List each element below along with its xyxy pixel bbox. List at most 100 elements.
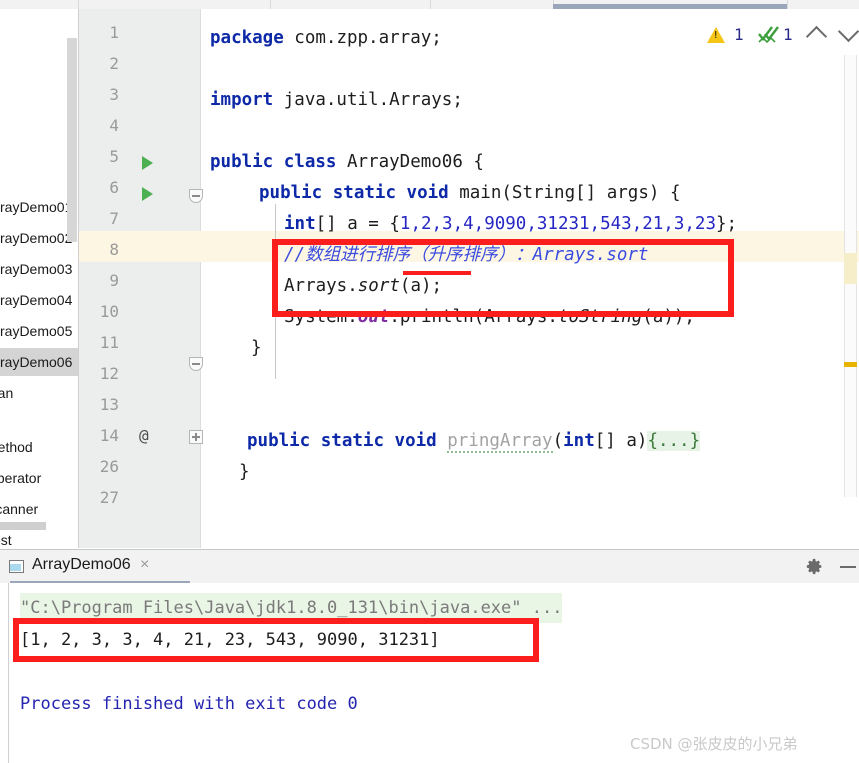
tab-separator [78, 0, 79, 9]
chevron-down-icon[interactable] [837, 20, 859, 43]
code-line-3[interactable]: import java.util.Arrays; [210, 85, 463, 116]
line-number: 5 [109, 147, 119, 166]
sidebar-item-label: ArrayDemo06 [0, 354, 73, 370]
code-line-9[interactable]: Arrays.sort(a); [284, 271, 442, 302]
sidebar-item-label: ArrayDemo01 [0, 199, 73, 215]
out-field: out [357, 307, 390, 327]
console-tab-label[interactable]: ArrayDemo06 [32, 556, 131, 574]
line-number: 13 [99, 395, 119, 414]
keyword-static: static [320, 431, 384, 451]
fold-expand-icon[interactable] [189, 430, 203, 444]
line-number: 10 [99, 302, 119, 321]
warning-scrollbar-marker[interactable] [844, 362, 857, 367]
sidebar-item-arraydemo05[interactable]: ArrayDemo05 [0, 317, 78, 345]
code-line-6[interactable]: public static void main(String[] args) { [259, 178, 680, 209]
sidebar-item-label: Method [0, 439, 33, 455]
sidebar-item-arraydemo04[interactable]: ArrayDemo04 [0, 286, 78, 314]
sidebar-item-operator[interactable]: Operator [0, 464, 78, 492]
run-method-arrow-icon[interactable] [142, 187, 153, 201]
main-signature: main(String[] args) { [448, 183, 681, 203]
line-number: 9 [109, 271, 119, 290]
code-line-14[interactable]: public static void pringArray(int[] a){.… [247, 426, 701, 457]
keyword-public: public [247, 431, 311, 451]
fold-collapse-icon[interactable] [189, 357, 203, 371]
array-values: 1,2,3,4,9090,31231,543,21,3,23 [399, 214, 716, 234]
package-name: com.zpp.array; [283, 28, 442, 48]
collapsed-body-placeholder[interactable]: {...} [647, 431, 701, 451]
line-number: 12 [99, 364, 119, 383]
sidebar-item-scanner[interactable]: Scanner [0, 495, 78, 523]
keyword-public: public [259, 183, 323, 203]
line-number: 6 [109, 178, 119, 197]
arrays-class: Arrays. [284, 276, 358, 296]
inspection-status-strip[interactable]: 1 1 [689, 19, 859, 53]
code-comment: //数组进行排序（升序排序）：Arrays.sort [284, 245, 649, 265]
csdn-watermark: CSDN @张皮皮的小兄弟 [630, 735, 798, 753]
keyword-void: void [406, 183, 449, 203]
warning-count: 1 [734, 25, 744, 44]
sidebar-item-man[interactable]: Man [0, 379, 78, 407]
run-class-arrow-icon[interactable] [142, 156, 153, 170]
line-number: 2 [109, 54, 119, 73]
tab-separator [270, 0, 271, 9]
annotation-at-icon: @ [139, 426, 149, 445]
code-line-1[interactable]: package com.zpp.array; [210, 23, 442, 54]
line-number: 7 [109, 209, 119, 228]
sort-method: sort [357, 276, 400, 296]
array-decl: [] a = { [315, 214, 400, 234]
close-icon[interactable]: × [140, 556, 149, 574]
keyword-package: package [210, 28, 284, 48]
line-number: 14 [99, 426, 119, 445]
sidebar-vertical-scrollbar[interactable] [67, 38, 77, 242]
tab-separator [430, 0, 431, 9]
code-line-5[interactable]: public class ArrayDemo06 { [210, 147, 484, 178]
line-number: 26 [99, 457, 119, 476]
console-finish-line: Process finished with exit code 0 [20, 694, 358, 714]
console-window-icon [9, 560, 24, 573]
keyword-void: void [394, 431, 437, 451]
console-result-line: [1, 2, 3, 3, 4, 21, 23, 543, 9090, 31231… [20, 630, 440, 650]
keyword-public: public [210, 152, 274, 172]
tab-separator [787, 0, 788, 9]
import-name: java.util.Arrays; [273, 90, 463, 110]
close-brace-class: } [239, 462, 250, 482]
code-editor[interactable]: 1 2 3 4 5 6 7 8 9 10 11 12 13 14 26 27 @… [79, 9, 859, 548]
keyword-class: class [283, 152, 337, 172]
sidebar-item-label: ArrayDemo05 [0, 323, 73, 339]
run-console-panel[interactable]: ArrayDemo06 × "C:\Program Files\Java\jdk… [0, 549, 859, 763]
method-params: [] a) [594, 431, 648, 451]
fold-collapse-icon[interactable] [189, 189, 203, 203]
sidebar-item-arraydemo03[interactable]: ArrayDemo03 [0, 255, 78, 283]
settings-gear-icon[interactable] [806, 558, 823, 575]
sidebar-item-method[interactable]: Method [0, 433, 78, 461]
line-number: 27 [99, 488, 119, 507]
keyword-int: int [563, 431, 595, 451]
sidebar-item-label: ArrayDemo04 [0, 292, 73, 308]
line-number: 8 [109, 240, 119, 259]
project-tree-panel[interactable]: ArrayDemo01 ArrayDemo02 ArrayDemo03 Arra… [0, 9, 79, 548]
sidebar-item-arraydemo06[interactable]: ArrayDemo06 [0, 348, 78, 376]
code-fold-rail [275, 204, 276, 379]
sidebar-item-label: ArrayDemo03 [0, 261, 73, 277]
code-line-8[interactable]: //数组进行排序（升序排序）：Arrays.sort [284, 240, 648, 271]
sidebar-item-label: Operator [0, 470, 42, 486]
minimize-icon[interactable] [840, 566, 856, 568]
red-underline-sort-order [403, 271, 471, 275]
close-brace: } [251, 338, 262, 358]
sort-args: (a); [399, 276, 443, 296]
green-double-check-icon[interactable] [757, 25, 779, 45]
gutter-border [200, 9, 201, 548]
code-line-26[interactable]: } [239, 457, 250, 488]
sidebar-item-label: Man [0, 385, 14, 401]
code-line-11[interactable]: } [251, 333, 262, 364]
chevron-up-icon[interactable] [805, 25, 828, 48]
sidebar-item-label: Test [0, 532, 12, 548]
code-line-10[interactable]: System.out.println(Arrays.toString(a)); [284, 302, 695, 333]
inspection-ok-count: 1 [783, 25, 793, 44]
array-decl-end: }; [715, 214, 738, 234]
code-line-7[interactable]: int[] a = {1,2,3,4,9090,31231,543,21,3,2… [284, 209, 737, 240]
line-number: 1 [109, 23, 119, 42]
console-tab-bar[interactable]: ArrayDemo06 × [0, 550, 859, 584]
sidebar-horizontal-scrollbar[interactable] [0, 522, 46, 530]
warning-triangle-icon[interactable] [707, 27, 725, 43]
